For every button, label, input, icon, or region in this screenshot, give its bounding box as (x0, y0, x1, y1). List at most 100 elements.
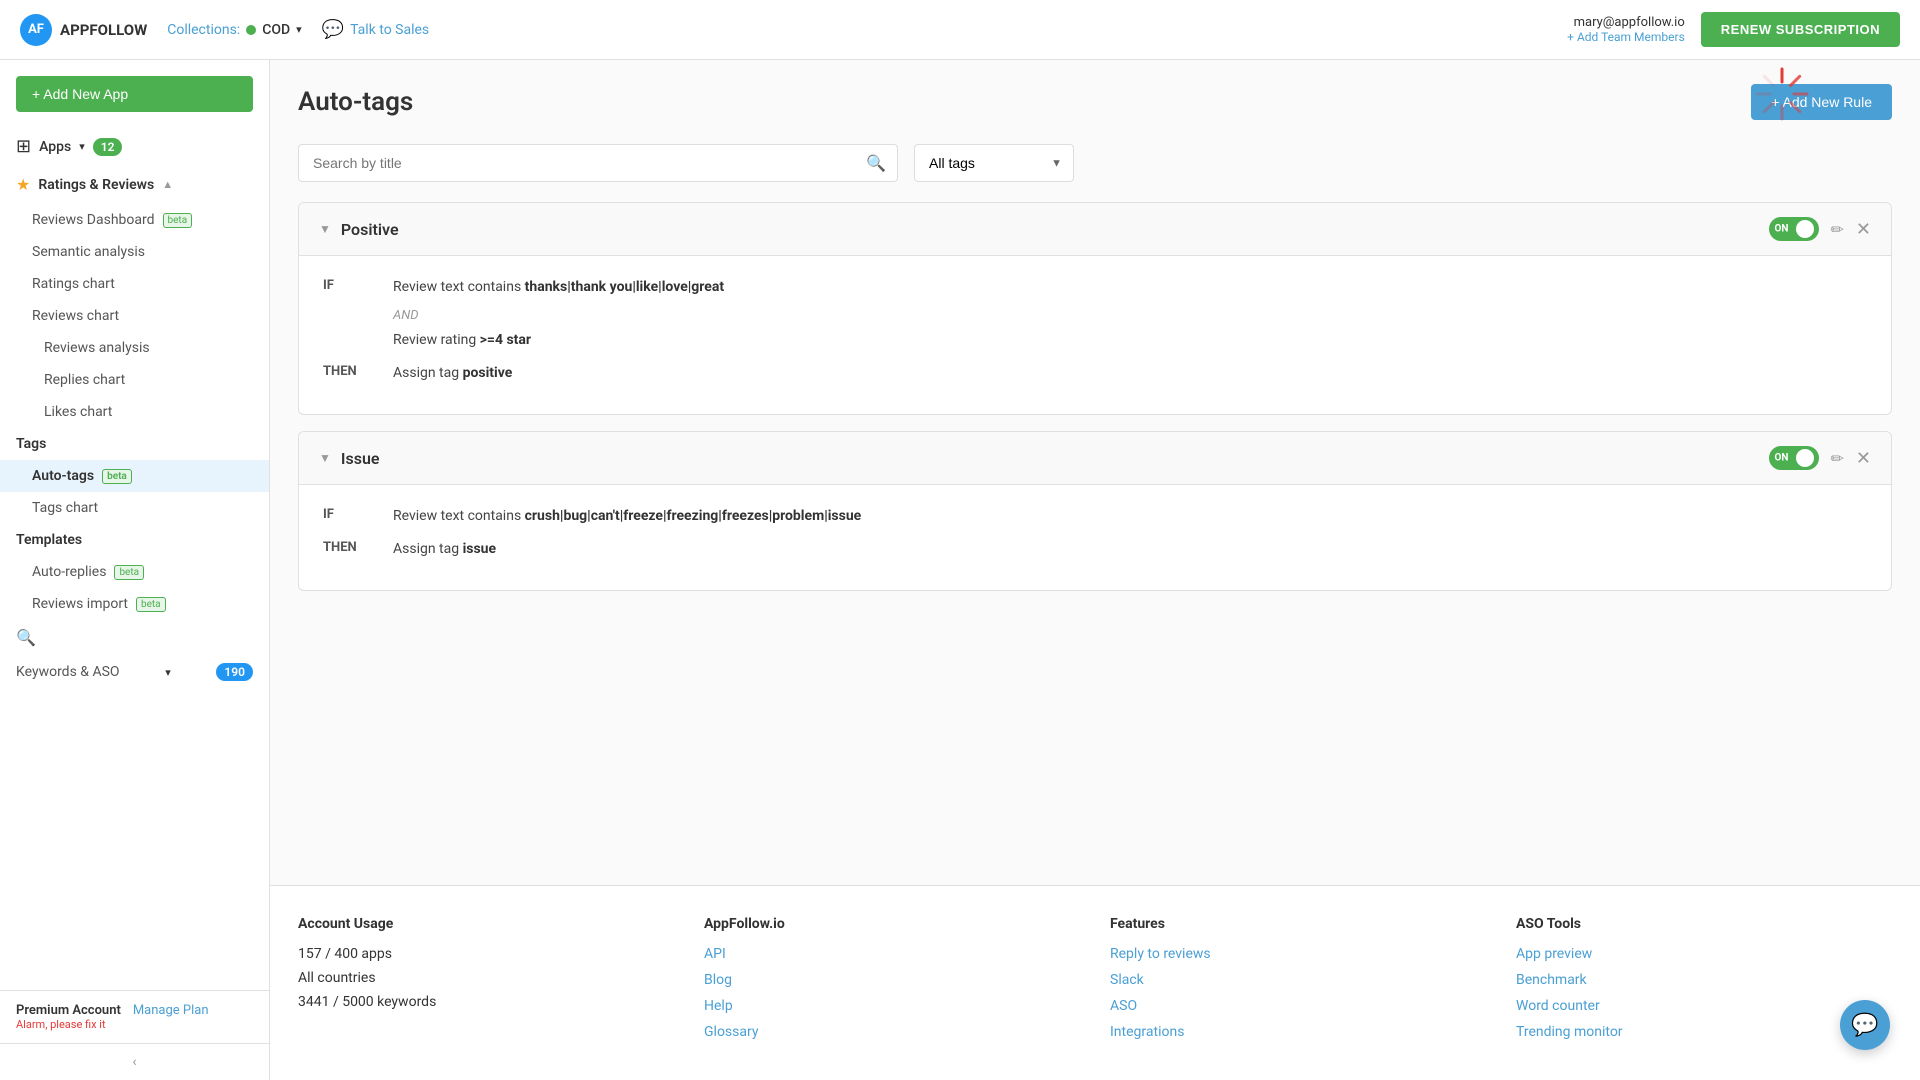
auto-replies-beta-badge: beta (114, 565, 144, 580)
collapse-icon: ‹ (132, 1054, 136, 1070)
rule-positive-then-content: Assign tag positive (393, 362, 512, 384)
sidebar-item-auto-tags[interactable]: Auto-tags beta (0, 460, 269, 492)
search-input[interactable] (298, 144, 898, 182)
sidebar-apps-row[interactable]: ⊞ Apps ▾ 12 (0, 128, 269, 165)
footer-grid: Account Usage 157 / 400 apps All countri… (298, 916, 1892, 1050)
add-rule-area: + Add New Rule (1751, 84, 1892, 120)
tags-label: Tags (16, 436, 46, 452)
rule-card-issue: ▼ Issue ON ✏ ✕ (298, 431, 1892, 591)
rule-issue-collapse-icon[interactable]: ▼ (319, 451, 331, 465)
sidebar-item-reviews-import[interactable]: Reviews import beta (0, 588, 269, 620)
talk-to-sales-link[interactable]: 💬 Talk to Sales (322, 19, 429, 40)
rule-positive-rating-row: Review rating >=4 star (323, 329, 1867, 351)
rule-issue-then-label: THEN (323, 538, 373, 555)
ratings-reviews-label: Ratings & Reviews (38, 177, 154, 193)
sidebar-keywords-row[interactable]: Keywords & ASO ▾ 190 (0, 655, 269, 689)
main-layout: + Add New App ⊞ Apps ▾ 12 ★ Ratings & Re… (0, 60, 1920, 1080)
renew-subscription-button[interactable]: RENEW SUBSCRIPTION (1701, 12, 1900, 47)
sidebar-item-reviews-analysis[interactable]: Reviews analysis (0, 332, 269, 364)
footer: Account Usage 157 / 400 apps All countri… (270, 885, 1920, 1080)
reviews-import-beta-badge: beta (136, 597, 166, 612)
main-area: Auto-tags (270, 60, 1920, 1080)
logo-initials: AF (20, 14, 52, 46)
rule-issue-edit-icon[interactable]: ✏ (1831, 449, 1844, 468)
add-new-app-button[interactable]: + Add New App (16, 76, 253, 112)
sidebar-tags-section[interactable]: Tags (0, 428, 269, 460)
search-icon: 🔍 (866, 154, 886, 173)
rule-issue-toggle[interactable]: ON (1769, 446, 1819, 470)
tags-filter-select[interactable]: All tags (914, 144, 1074, 182)
page-header: Auto-tags (298, 84, 1892, 120)
chat-fab-icon: 💬 (1851, 1013, 1878, 1038)
footer-link-benchmark[interactable]: Benchmark (1516, 972, 1892, 988)
nav-right: mary@appfollow.io + Add Team Members REN… (1567, 12, 1900, 47)
footer-link-app-preview[interactable]: App preview (1516, 946, 1892, 962)
footer-link-trending-monitor[interactable]: Trending monitor (1516, 1024, 1892, 1040)
page-title: Auto-tags (298, 87, 413, 117)
auto-tags-beta-badge: beta (102, 469, 132, 484)
footer-link-help[interactable]: Help (704, 998, 1080, 1014)
top-nav: AF APPFOLLOW Collections: COD ▾ 💬 Talk t… (0, 0, 1920, 60)
rule-if-label: IF (323, 276, 373, 293)
sidebar-templates-section[interactable]: Templates (0, 524, 269, 556)
footer-link-glossary[interactable]: Glossary (704, 1024, 1080, 1040)
filter-wrapper: All tags (914, 144, 1074, 182)
sidebar: + Add New App ⊞ Apps ▾ 12 ★ Ratings & Re… (0, 60, 270, 1080)
footer-stat-countries: All countries (298, 970, 674, 986)
reviews-dashboard-label: Reviews Dashboard (32, 212, 155, 228)
rule-issue-then-content: Assign tag issue (393, 538, 496, 560)
section-collapse-icon: ▲ (162, 178, 173, 191)
collections-label: Collections: (167, 22, 240, 38)
sidebar-item-tags-chart[interactable]: Tags chart (0, 492, 269, 524)
sidebar-item-ratings-chart[interactable]: Ratings chart (0, 268, 269, 300)
ratings-reviews-section[interactable]: ★ Ratings & Reviews ▲ (0, 165, 269, 204)
keywords-dropdown-icon: ▾ (165, 666, 171, 679)
sidebar-item-replies-chart[interactable]: Replies chart (0, 364, 269, 396)
sidebar-collapse-button[interactable]: ‹ (0, 1043, 269, 1080)
footer-link-aso[interactable]: ASO (1110, 998, 1486, 1014)
collections-nav: Collections: COD ▾ (167, 22, 301, 38)
sidebar-item-semantic-analysis[interactable]: Semantic analysis (0, 236, 269, 268)
sidebar-item-reviews-chart[interactable]: Reviews chart (0, 300, 269, 332)
add-new-rule-button[interactable]: + Add New Rule (1751, 84, 1892, 120)
chat-fab-button[interactable]: 💬 (1840, 1000, 1890, 1050)
footer-link-word-counter[interactable]: Word counter (1516, 998, 1892, 1014)
rule-positive-close-icon[interactable]: ✕ (1856, 219, 1871, 240)
likes-chart-label: Likes chart (44, 404, 112, 420)
add-team-members[interactable]: + Add Team Members (1567, 30, 1685, 44)
search-filter-row: 🔍 All tags (298, 144, 1892, 182)
rule-positive-toggle[interactable]: ON (1769, 217, 1819, 241)
sidebar-item-reviews-dashboard[interactable]: Reviews Dashboard beta (0, 204, 269, 236)
auto-replies-label: Auto-replies (32, 564, 106, 580)
rule-positive-condition1: Review text contains thanks|thank you|li… (393, 276, 724, 298)
logo: AF APPFOLLOW (20, 14, 147, 46)
apps-dropdown-icon: ▾ (79, 140, 85, 153)
replies-chart-label: Replies chart (44, 372, 125, 388)
sidebar-item-auto-replies[interactable]: Auto-replies beta (0, 556, 269, 588)
beta-badge: beta (163, 213, 193, 228)
footer-features-title: Features (1110, 916, 1486, 932)
rule-card-issue-header: ▼ Issue ON ✏ ✕ (299, 432, 1891, 485)
footer-link-blog[interactable]: Blog (704, 972, 1080, 988)
rule-collapse-icon[interactable]: ▼ (319, 222, 331, 236)
rule-card-positive-header: ▼ Positive ON ✏ ✕ (299, 203, 1891, 256)
sidebar-item-likes-chart[interactable]: Likes chart (0, 396, 269, 428)
footer-account-usage: Account Usage 157 / 400 apps All countri… (298, 916, 674, 1050)
footer-link-reply-reviews[interactable]: Reply to reviews (1110, 946, 1486, 962)
semantic-analysis-label: Semantic analysis (32, 244, 145, 260)
user-email[interactable]: mary@appfollow.io (1567, 15, 1685, 30)
apps-label: Apps (39, 139, 71, 155)
manage-plan-link[interactable]: Manage Plan (133, 1003, 209, 1018)
collection-name[interactable]: COD (262, 22, 290, 38)
rule-issue-close-icon[interactable]: ✕ (1856, 448, 1871, 469)
footer-link-integrations[interactable]: Integrations (1110, 1024, 1486, 1040)
footer-appfollow-title: AppFollow.io (704, 916, 1080, 932)
ratings-chart-label: Ratings chart (32, 276, 115, 292)
footer-stat-keywords: 3441 / 5000 keywords (298, 994, 674, 1010)
collection-dropdown-icon[interactable]: ▾ (296, 23, 302, 36)
footer-link-api[interactable]: API (704, 946, 1080, 962)
footer-link-slack[interactable]: Slack (1110, 972, 1486, 988)
premium-account-label: Premium Account (16, 1003, 121, 1018)
rule-issue-name: Issue (341, 449, 380, 468)
rule-positive-edit-icon[interactable]: ✏ (1831, 220, 1844, 239)
